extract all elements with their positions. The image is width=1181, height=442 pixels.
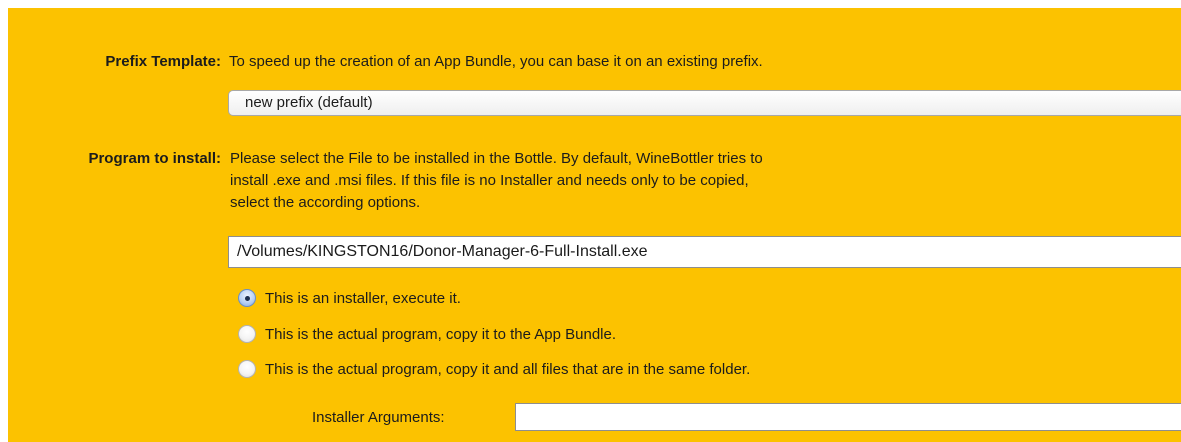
radio-button[interactable] — [238, 325, 256, 343]
option-installer-execute[interactable]: This is an installer, execute it. — [238, 286, 461, 310]
option-copy-to-bundle-label: This is the actual program, copy it to t… — [265, 325, 617, 343]
option-copy-with-folder[interactable]: This is the actual program, copy it and … — [238, 357, 750, 381]
prefix-template-description: To speed up the creation of an App Bundl… — [229, 53, 763, 70]
program-file-path-field[interactable]: /Volumes/KINGSTON16/Donor-Manager-6-Full… — [228, 236, 1181, 268]
option-installer-execute-label: This is an installer, execute it. — [265, 289, 461, 307]
program-description-line-2: install .exe and .msi files. If this fil… — [230, 172, 749, 189]
prefix-template-select[interactable]: new prefix (default) — [228, 90, 1181, 116]
prefix-template-selected-value: new prefix (default) — [245, 94, 373, 111]
option-copy-to-bundle[interactable]: This is the actual program, copy it to t… — [238, 322, 616, 346]
option-copy-with-folder-label: This is the actual program, copy it and … — [265, 360, 751, 378]
radio-button-selected[interactable] — [238, 289, 256, 307]
prefix-template-label: Prefix Template: — [105, 53, 221, 70]
radio-button[interactable] — [238, 360, 256, 378]
program-description-line-1: Please select the File to be installed i… — [230, 150, 763, 167]
installer-arguments-field[interactable] — [515, 403, 1181, 431]
installer-arguments-label: Installer Arguments: — [312, 409, 445, 426]
program-to-install-label: Program to install: — [88, 150, 221, 167]
program-description-line-3: select the according options. — [230, 194, 421, 211]
